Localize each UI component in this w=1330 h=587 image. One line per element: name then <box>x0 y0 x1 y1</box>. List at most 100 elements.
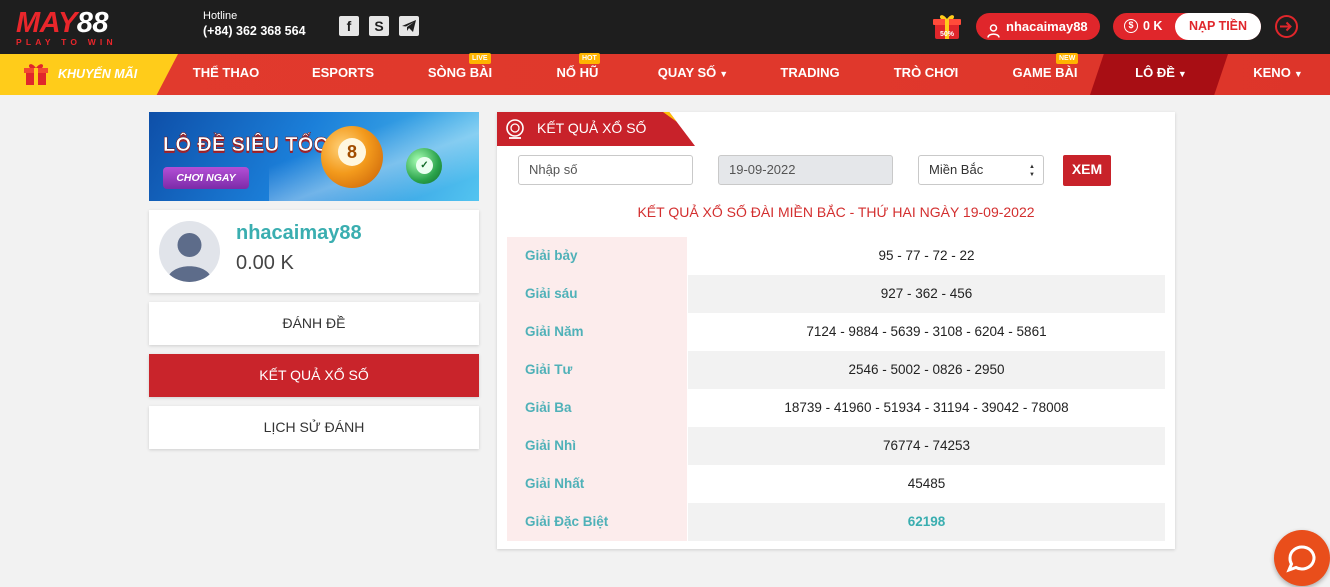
prize-name: Giải bảy <box>507 237 687 275</box>
logo-tagline: PLAY TO WIN <box>16 37 117 47</box>
nav-promotions-label: KHUYẾN MÃI <box>58 67 138 81</box>
may88-logo[interactable]: MAY88 PLAY TO WIN <box>16 7 146 48</box>
prize-name: Giải Năm <box>507 313 687 351</box>
live-chat-button[interactable] <box>1274 530 1330 586</box>
nav-item-no-hu[interactable]: NỔ HŨ HOT <box>550 53 605 95</box>
table-row: Giải bảy 95 - 77 - 72 - 22 <box>507 237 1165 275</box>
play-now-button[interactable]: CHƠI NGAY <box>163 167 249 189</box>
nav-item-quay-so[interactable]: QUAY SỐ ▼ <box>654 54 732 95</box>
table-row: Giải Nhì 76774 - 74253 <box>507 427 1165 465</box>
prize-name: Giải Nhất <box>507 465 687 503</box>
number-input[interactable]: Nhập số <box>518 155 693 185</box>
logo-prefix: MAY <box>16 7 77 39</box>
user-icon <box>987 20 1000 38</box>
panel-title: KẾT QUẢ XỔ SỐ <box>537 120 647 136</box>
prize-name: Giải Ba <box>507 389 687 427</box>
logo-suffix: 88 <box>76 7 109 39</box>
nav-label: SÒNG BÀI <box>427 65 493 80</box>
table-row: Giải Nhất 45485 <box>507 465 1165 503</box>
chat-bubble-icon <box>1274 545 1330 587</box>
banner-title: LÔ ĐỀ SIÊU TỐC <box>163 134 329 157</box>
nav-item-esports[interactable]: ESPORTS <box>311 54 375 95</box>
hotline: Hotline (+84) 362 368 564 <box>203 10 306 39</box>
gift-bonus-icon[interactable]: 50% <box>932 12 962 42</box>
hot-badge: HOT <box>579 53 600 64</box>
main-nav: KHUYẾN MÃI THỂ THAO ESPORTS SÒNG BÀI LIV… <box>0 53 1330 95</box>
hotline-label: Hotline <box>203 10 238 22</box>
sidebar-item-danh-de[interactable]: ĐÁNH ĐỀ <box>149 302 479 345</box>
nav-label: KENO <box>1253 65 1291 80</box>
top-bar: MAY88 PLAY TO WIN Hotline (+84) 362 368 … <box>0 0 1330 54</box>
nav-label: LÔ ĐỀ <box>1135 65 1175 80</box>
nav-item-game-bai[interactable]: GAME BÀI NEW <box>1010 53 1080 95</box>
new-badge: NEW <box>1056 53 1079 64</box>
table-row: Giải Năm 7124 - 9884 - 5639 - 3108 - 620… <box>507 313 1165 351</box>
table-row: Giải Đặc Biệt 62198 <box>507 503 1165 541</box>
region-value: Miền Bắc <box>929 162 984 177</box>
facebook-icon[interactable]: f <box>339 16 359 36</box>
skype-icon[interactable]: S <box>369 16 389 36</box>
prize-numbers: 95 - 77 - 72 - 22 <box>878 248 975 263</box>
profile-card: nhacaimay88 0.00 K <box>149 210 479 293</box>
nav-item-lo-de[interactable]: LÔ ĐỀ ▼ <box>1130 54 1192 95</box>
lo-de-sieu-toc-banner[interactable]: LÔ ĐỀ SIÊU TỐC CHƠI NGAY 8 ✓ <box>149 112 479 201</box>
prize-numbers: 7124 - 9884 - 5639 - 3108 - 6204 - 5861 <box>806 324 1047 339</box>
nav-label: NỔ HŨ <box>556 65 599 80</box>
nav-item-song-bai[interactable]: SÒNG BÀI LIVE <box>425 53 495 95</box>
ball-number: 8 <box>338 138 366 166</box>
prize-numbers: 76774 - 74253 <box>688 427 1165 465</box>
view-results-button[interactable]: XEM <box>1063 155 1111 186</box>
special-prize-number: 62198 <box>688 503 1165 541</box>
gift-icon <box>23 61 49 87</box>
select-arrows-icon: ▲ ▼ <box>1029 164 1035 178</box>
prize-numbers: 18739 - 41960 - 51934 - 31194 - 39042 - … <box>784 400 1069 415</box>
prize-name: Giải Nhì <box>507 427 687 465</box>
nav-item-the-thao[interactable]: THỂ THAO <box>191 54 261 95</box>
results-panel: KẾT QUẢ XỔ SỐ Nhập số 19-09-2022 Miền Bắ… <box>497 112 1175 549</box>
nav-label: TRÒ CHƠI <box>893 65 959 80</box>
telegram-icon[interactable] <box>399 16 419 36</box>
avatar <box>159 221 220 282</box>
table-row: Giải Tư 2546 - 5002 - 0826 - 2950 <box>507 351 1165 389</box>
nav-label: GAME BÀI <box>1012 65 1078 80</box>
nav-item-tro-choi[interactable]: TRÒ CHƠI <box>892 54 960 95</box>
profile-username: nhacaimay88 <box>236 222 362 244</box>
prize-name: Giải Tư <box>507 351 687 389</box>
prize-numbers: 927 - 362 - 456 <box>688 275 1165 313</box>
region-select[interactable]: Miền Bắc ▲ ▼ <box>918 155 1044 185</box>
prize-name: Giải sáu <box>507 275 687 313</box>
lottery-ball-image: ✓ <box>406 148 442 184</box>
table-row: Giải sáu 927 - 362 - 456 <box>507 275 1165 313</box>
lottery-ball-image: 8 <box>321 126 383 188</box>
chevron-down-icon: ▼ <box>1177 69 1187 79</box>
prize-name: Giải Đặc Biệt <box>507 503 687 541</box>
chevron-down-icon: ▼ <box>719 69 729 79</box>
sidebar-item-lich-su-danh[interactable]: LỊCH SỬ ĐÁNH <box>149 406 479 449</box>
logout-icon[interactable] <box>1274 14 1299 39</box>
results-table: Giải bảy 95 - 77 - 72 - 22 Giải sáu 927 … <box>507 237 1165 541</box>
coin-icon: $ <box>1124 19 1138 33</box>
nav-promotions[interactable]: KHUYẾN MÃI <box>0 54 178 95</box>
deposit-button[interactable]: NẠP TIỀN <box>1175 13 1261 40</box>
hotline-number[interactable]: (+84) 362 368 564 <box>203 23 306 39</box>
svg-text:50%: 50% <box>940 31 955 38</box>
results-heading: KẾT QUẢ XỔ SỐ ĐÀI MIỀN BẮC - THỨ HAI NGÀ… <box>637 204 1035 220</box>
lottery-machine-icon <box>503 117 527 141</box>
nav-item-trading[interactable]: TRADING <box>778 54 842 95</box>
nav-label: QUAY SỐ <box>657 65 717 80</box>
prize-numbers: 2546 - 5002 - 0826 - 2950 <box>688 351 1165 389</box>
nav-label: ESPORTS <box>311 65 375 80</box>
nav-item-keno[interactable]: KENO ▼ <box>1248 54 1308 95</box>
prize-numbers: 45485 <box>907 476 946 491</box>
panel-tab: KẾT QUẢ XỔ SỐ <box>497 112 695 146</box>
nav-label: THỂ THAO <box>192 65 260 80</box>
user-account-button[interactable]: nhacaimay88 <box>976 13 1100 40</box>
header-balance: 0 K <box>1143 19 1163 33</box>
live-badge: LIVE <box>469 53 491 64</box>
nav-label: TRADING <box>780 65 840 80</box>
chevron-down-icon: ▼ <box>1293 69 1303 79</box>
table-row: Giải Ba 18739 - 41960 - 51934 - 31194 - … <box>507 389 1165 427</box>
header-username: nhacaimay88 <box>1006 19 1088 34</box>
sidebar-item-ket-qua-xo-so[interactable]: KẾT QUẢ XỔ SỐ <box>149 354 479 397</box>
date-field[interactable]: 19-09-2022 <box>718 155 893 185</box>
